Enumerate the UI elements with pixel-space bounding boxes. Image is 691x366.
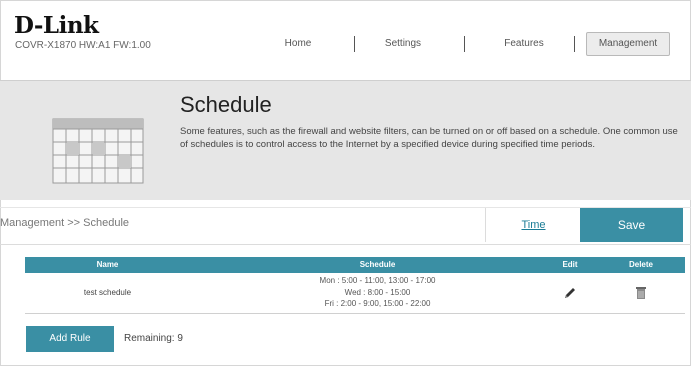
nav-settings[interactable]: Settings <box>360 32 446 56</box>
nav-divider <box>574 36 575 52</box>
schedule-name: test schedule <box>83 288 132 297</box>
calendar-icon <box>52 118 144 184</box>
nav-management[interactable]: Management <box>586 32 670 56</box>
nav-divider <box>464 36 465 52</box>
page-description: Some features, such as the firewall and … <box>180 126 678 150</box>
breadcrumb: Management >> Schedule <box>0 217 130 229</box>
remaining-count: Remaining: 9 <box>124 333 183 344</box>
nav-divider <box>354 36 355 52</box>
page-title: Schedule <box>180 92 272 117</box>
add-rule-button[interactable]: Add Rule <box>26 326 114 352</box>
top-nav: Home Settings Features Management <box>268 32 678 56</box>
device-model-info: COVR-X1870 HW:A1 FW:1.00 <box>15 40 151 51</box>
schedule-line: Mon : 5:00 - 11:00, 13:00 - 17:00 <box>319 276 436 285</box>
column-header-delete: Delete <box>628 260 653 269</box>
column-header-name: Name <box>96 260 119 269</box>
schedule-line: Wed : 8:00 - 15:00 <box>344 287 411 297</box>
table-row: test schedule Mon : 5:00 - 11:00, 13:00 … <box>25 273 685 314</box>
save-button[interactable]: Save <box>580 208 683 242</box>
nav-features[interactable]: Features <box>482 32 566 56</box>
time-link[interactable]: Time <box>485 208 581 242</box>
pencil-icon[interactable] <box>562 285 578 301</box>
nav-home[interactable]: Home <box>268 32 328 56</box>
column-header-schedule: Schedule <box>359 260 396 269</box>
trash-icon[interactable] <box>633 285 649 301</box>
column-header-edit: Edit <box>562 260 578 269</box>
table-header: Name Schedule Edit Delete <box>25 257 685 273</box>
schedule-line: Fri : 2:00 - 9:00, 15:00 - 22:00 <box>324 299 431 308</box>
dlink-logo: D-Link <box>14 12 99 39</box>
schedule-times: Mon : 5:00 - 11:00, 13:00 - 17:00 Wed : … <box>250 275 505 310</box>
